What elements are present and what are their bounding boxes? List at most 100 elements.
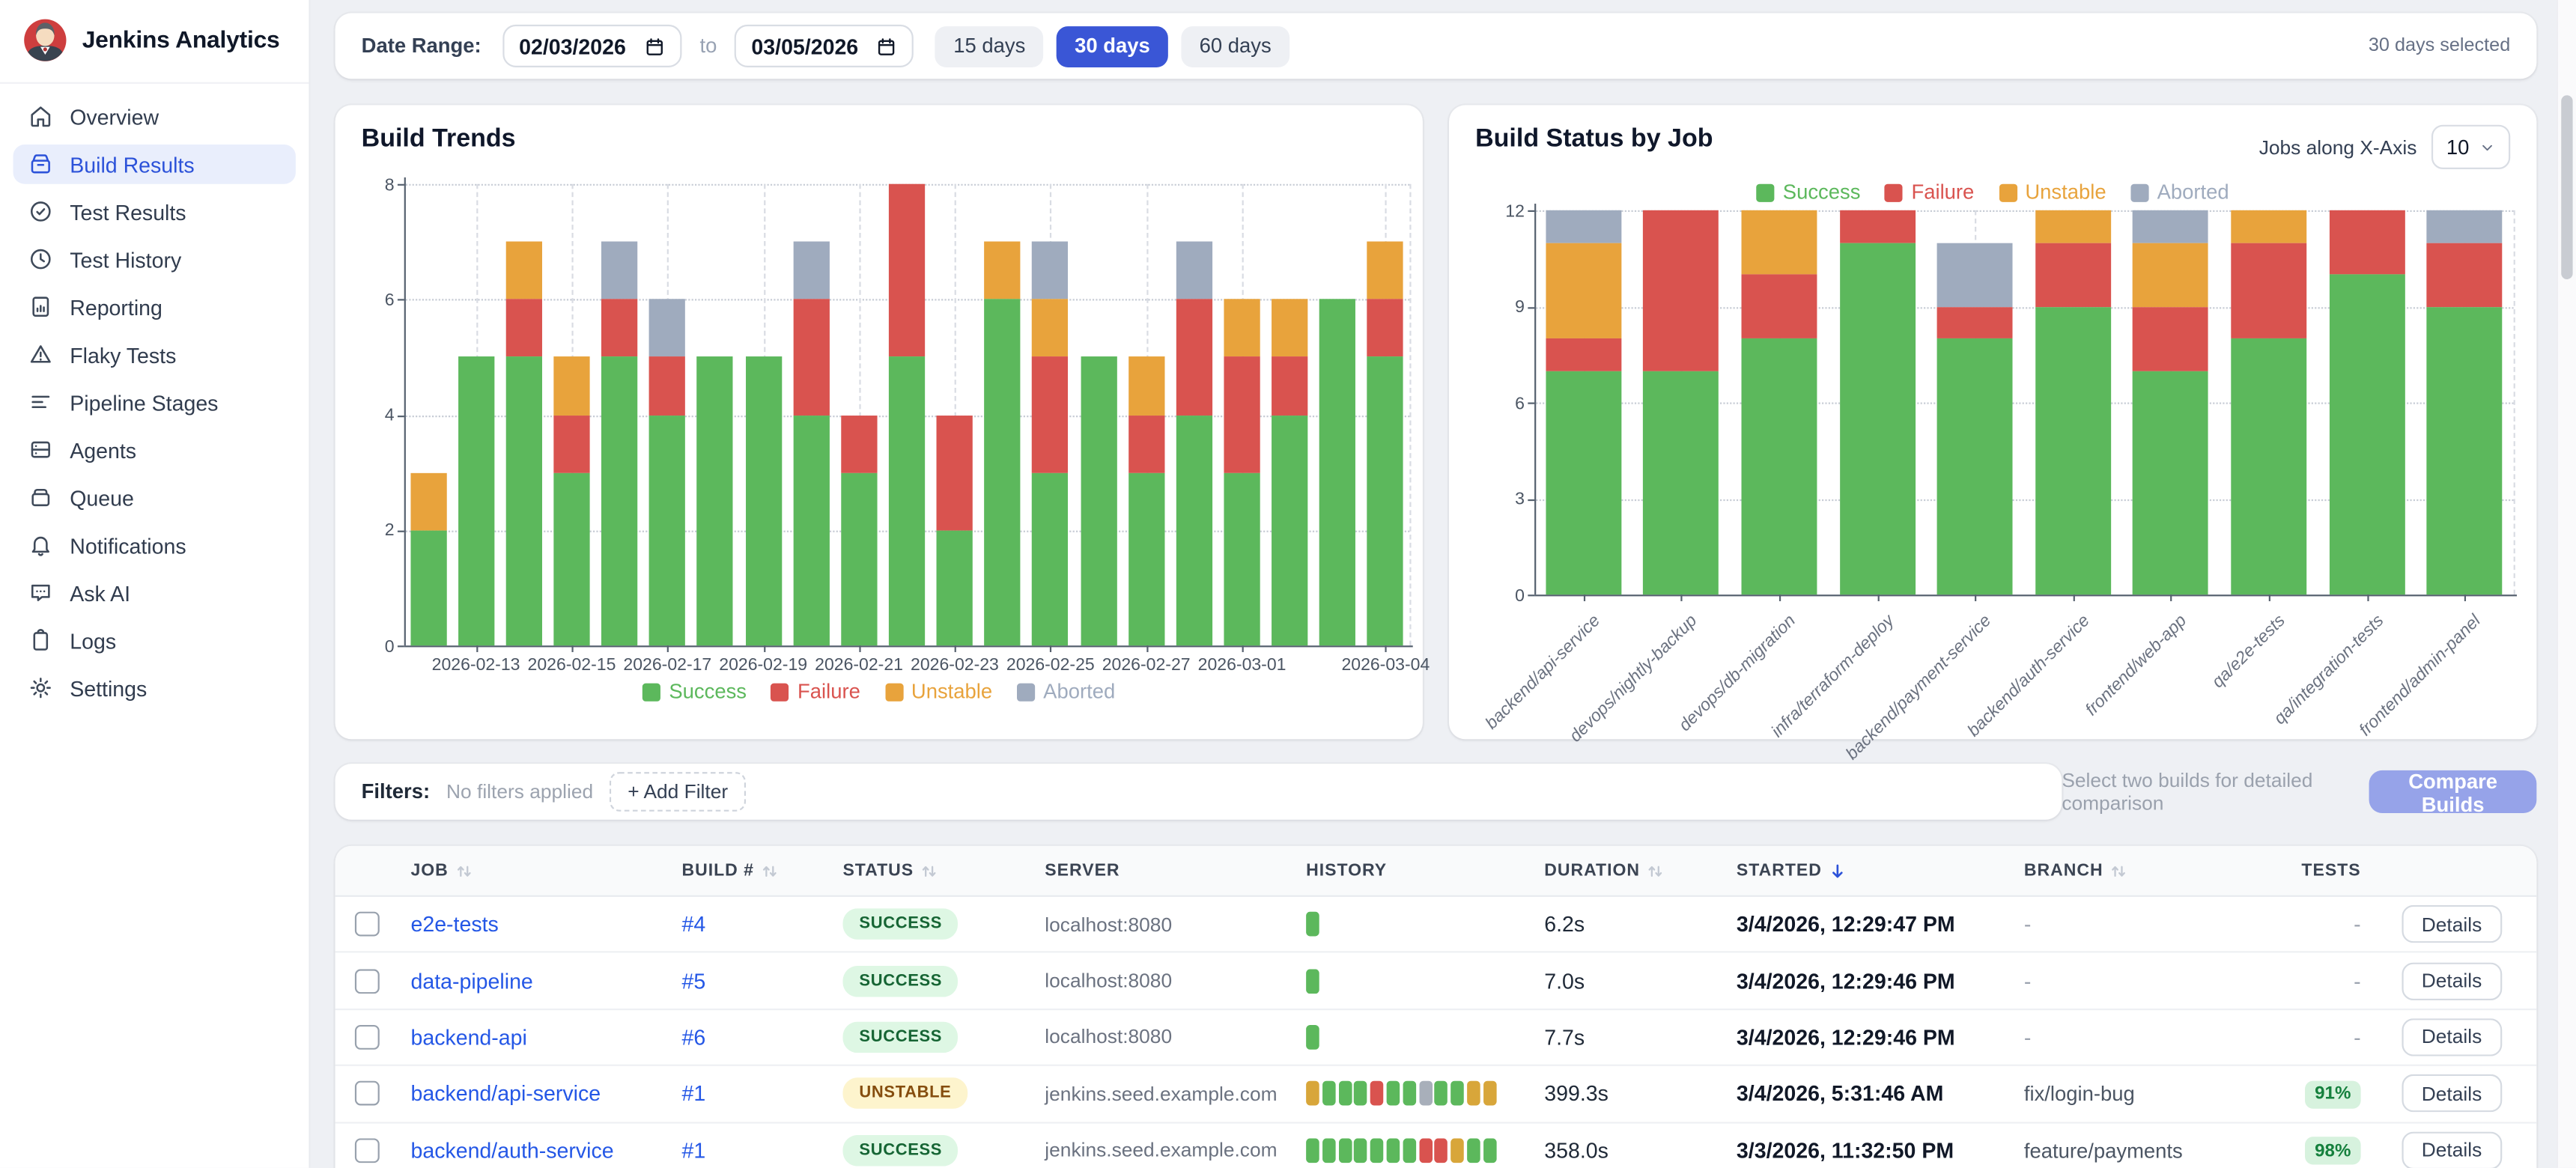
col-header-started[interactable]: STARTED	[1717, 861, 2005, 880]
history-square-success	[1403, 1138, 1416, 1163]
bar-backend/payment-service[interactable]	[1937, 243, 2013, 595]
sidebar-item-notifications[interactable]: Notifications	[13, 526, 296, 565]
job-link[interactable]: backend/auth-service	[410, 1138, 613, 1163]
sidebar-item-logs[interactable]: Logs	[13, 621, 296, 660]
bar-2026-02-24[interactable]	[985, 242, 1021, 645]
job-link[interactable]: e2e-tests	[410, 912, 498, 937]
date-to-input[interactable]: 03/05/2026	[735, 25, 914, 67]
build-history-strip	[1306, 912, 1525, 937]
build-number-link[interactable]: #1	[681, 1081, 705, 1106]
bar-2026-03-03[interactable]	[1319, 299, 1355, 645]
sort-icon[interactable]	[1647, 862, 1665, 880]
build-number-link[interactable]: #1	[681, 1138, 705, 1163]
job-link[interactable]: backend/api-service	[410, 1081, 601, 1106]
sidebar-item-overview[interactable]: Overview	[13, 97, 296, 136]
bar-infra/terraform-deploy[interactable]	[1839, 210, 1915, 594]
bar-2026-02-26[interactable]	[1081, 357, 1117, 645]
bar-2026-02-14[interactable]	[505, 242, 541, 645]
bar-segment-success	[505, 357, 541, 645]
sidebar-item-settings[interactable]: Settings	[13, 669, 296, 708]
details-button[interactable]: Details	[2402, 1075, 2501, 1113]
bar-2026-03-01[interactable]	[1224, 299, 1260, 645]
bar-frontend/web-app[interactable]	[2133, 210, 2209, 594]
bar-2026-02-22[interactable]	[889, 184, 925, 645]
legend-swatch	[885, 683, 903, 701]
col-header-status[interactable]: STATUS	[823, 861, 1025, 880]
status-badge: SUCCESS	[842, 1134, 959, 1166]
details-button[interactable]: Details	[2402, 962, 2501, 1000]
bar-2026-02-25[interactable]	[1033, 242, 1069, 645]
bar-2026-02-28[interactable]	[1176, 242, 1212, 645]
bar-2026-02-17[interactable]	[649, 299, 685, 645]
build-number-link[interactable]: #4	[681, 912, 705, 937]
col-header-job[interactable]: JOB	[391, 861, 662, 880]
details-button[interactable]: Details	[2402, 905, 2501, 943]
row-checkbox[interactable]	[355, 1081, 380, 1106]
bar-2026-02-12[interactable]	[410, 472, 446, 645]
compare-builds-button[interactable]: Compare Builds	[2369, 770, 2536, 813]
sort-icon[interactable]	[761, 862, 779, 880]
sort-icon[interactable]	[2109, 862, 2127, 880]
cell-status: UNSTABLE	[823, 1078, 1025, 1110]
legend-item-unstable[interactable]: Unstable	[885, 680, 992, 703]
sort-icon[interactable]	[920, 862, 938, 880]
bar-2026-02-13[interactable]	[458, 357, 493, 645]
sidebar-item-test-history[interactable]: Test History	[13, 240, 296, 279]
bar-2026-02-16[interactable]	[601, 242, 637, 645]
bar-2026-02-20[interactable]	[793, 242, 829, 645]
col-header-build-[interactable]: BUILD #	[662, 861, 823, 880]
bar-qa/integration-tests[interactable]	[2329, 210, 2405, 594]
cell-select	[335, 1138, 392, 1163]
job-link[interactable]: backend-api	[410, 1025, 526, 1050]
sidebar-item-reporting[interactable]: Reporting	[13, 288, 296, 327]
legend-item-success[interactable]: Success	[643, 680, 747, 703]
scrollbar-thumb[interactable]	[2561, 95, 2572, 279]
sidebar-item-label: Test Results	[70, 200, 186, 225]
date-from-input[interactable]: 02/03/2026	[502, 25, 681, 67]
add-filter-button[interactable]: + Add Filter	[610, 772, 746, 812]
bar-qa/e2e-tests[interactable]	[2231, 210, 2306, 594]
sidebar-item-agents[interactable]: Agents	[13, 431, 296, 470]
job-link[interactable]: data-pipeline	[410, 968, 532, 993]
bar-2026-03-04[interactable]	[1367, 242, 1403, 645]
sidebar-item-test-results[interactable]: Test Results	[13, 192, 296, 232]
bar-2026-03-02[interactable]	[1272, 299, 1307, 645]
sidebar-item-ask-ai[interactable]: Ask AI	[13, 574, 296, 613]
bar-2026-02-23[interactable]	[937, 415, 973, 645]
page-scrollbar[interactable]	[2557, 0, 2576, 1168]
bar-2026-02-18[interactable]	[697, 357, 733, 645]
sidebar-item-build-results[interactable]: Build Results	[13, 145, 296, 184]
cell-build: #6	[662, 1025, 823, 1050]
preset-60-days[interactable]: 60 days	[1181, 25, 1289, 67]
bar-2026-02-15[interactable]	[553, 357, 589, 645]
preset-15-days[interactable]: 15 days	[935, 25, 1043, 67]
col-header-branch[interactable]: BRANCH	[2005, 861, 2297, 880]
bar-segment-success	[1742, 338, 1817, 594]
col-header-duration[interactable]: DURATION	[1525, 861, 1717, 880]
row-checkbox[interactable]	[355, 968, 380, 993]
bar-frontend/admin-panel[interactable]	[2427, 210, 2503, 594]
row-checkbox[interactable]	[355, 1025, 380, 1050]
bar-2026-02-19[interactable]	[745, 357, 781, 645]
bar-2026-02-21[interactable]	[841, 415, 877, 645]
legend-item-aborted[interactable]: Aborted	[1017, 680, 1115, 703]
details-button[interactable]: Details	[2402, 1131, 2501, 1168]
bar-devops/nightly-backup[interactable]	[1644, 210, 1719, 594]
bar-devops/db-migration[interactable]	[1742, 210, 1817, 594]
sort-desc-icon[interactable]	[1829, 862, 1847, 880]
bar-backend/api-service[interactable]	[1546, 210, 1621, 594]
sort-icon[interactable]	[455, 862, 473, 880]
details-button[interactable]: Details	[2402, 1018, 2501, 1056]
row-checkbox[interactable]	[355, 1138, 380, 1163]
build-number-link[interactable]: #5	[681, 968, 705, 993]
y-axis-tick-label: 6	[345, 291, 395, 310]
bar-backend/auth-service[interactable]	[2035, 210, 2111, 594]
sidebar-item-pipeline-stages[interactable]: Pipeline Stages	[13, 383, 296, 422]
sidebar-item-queue[interactable]: Queue	[13, 478, 296, 517]
bar-2026-02-27[interactable]	[1128, 357, 1164, 645]
row-checkbox[interactable]	[355, 912, 380, 937]
legend-item-failure[interactable]: Failure	[771, 680, 860, 703]
preset-30-days[interactable]: 30 days	[1057, 25, 1168, 67]
sidebar-item-flaky-tests[interactable]: Flaky Tests	[13, 335, 296, 375]
build-number-link[interactable]: #6	[681, 1025, 705, 1050]
